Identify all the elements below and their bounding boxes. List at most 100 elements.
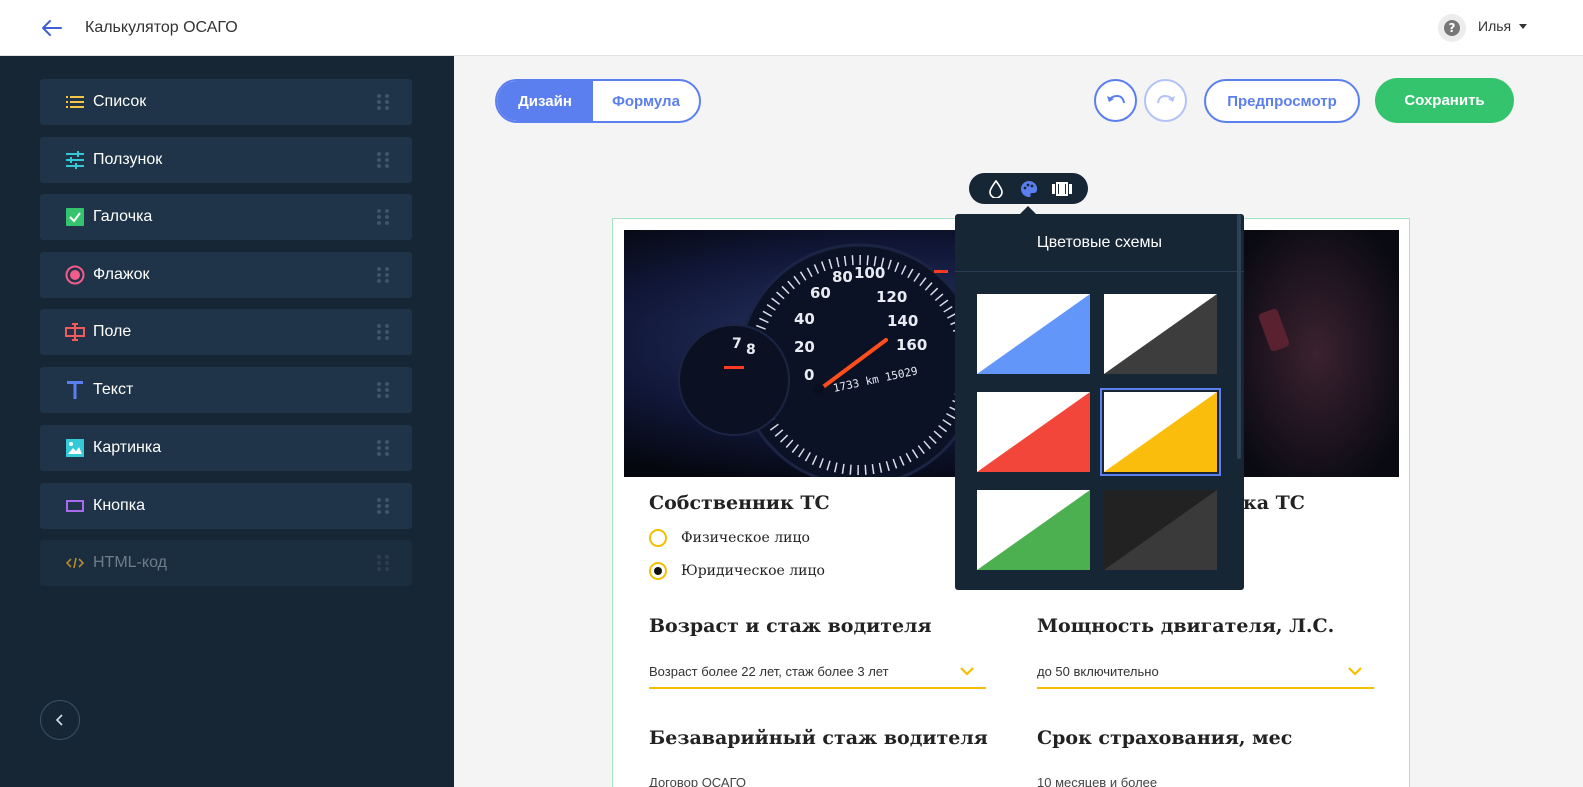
color-schemes-panel: Цветовые схемы	[955, 214, 1244, 590]
driver-title: Возраст и стаж водителя	[649, 615, 932, 637]
layout-icon[interactable]	[1051, 179, 1072, 199]
chevron-left-icon	[55, 714, 63, 726]
widget-label: Галочка	[93, 208, 153, 225]
back-arrow-icon[interactable]	[40, 17, 64, 39]
help-icon[interactable]: ?	[1438, 14, 1466, 42]
widget-image[interactable]: Картинка	[40, 425, 412, 471]
caret-down-icon	[1519, 23, 1528, 29]
help-symbol: ?	[1444, 20, 1460, 36]
widget-button[interactable]: Кнопка	[40, 483, 412, 529]
drag-handle-icon[interactable]	[377, 440, 389, 456]
driver-select[interactable]: Возраст более 22 лет, стаж более 3 лет	[649, 655, 986, 689]
widget-slider[interactable]: Ползунок	[40, 137, 412, 183]
radio-label: Физическое лицо	[681, 530, 810, 546]
color-scheme-black[interactable]	[1104, 490, 1217, 570]
collapse-sidebar-button[interactable]	[40, 700, 80, 740]
user-name: Илья	[1478, 18, 1512, 34]
select-value: до 50 включительно	[1037, 663, 1159, 679]
drop-icon[interactable]	[986, 179, 1006, 199]
radio-option-individual[interactable]: Физическое лицо	[649, 529, 810, 547]
widgets-sidebar: Список Ползунок Галочка Флажок Поле Текс	[0, 56, 454, 787]
color-scheme-red[interactable]	[977, 392, 1090, 472]
color-scheme-yellow-selected[interactable]	[1100, 388, 1221, 476]
term-value[interactable]: 10 месяцев и более	[1037, 775, 1157, 787]
dial-number: 140	[887, 312, 918, 330]
drag-handle-icon[interactable]	[377, 498, 389, 514]
dial-number: 120	[876, 288, 907, 306]
radio-label: Юридическое лицо	[681, 563, 825, 579]
user-menu[interactable]: Илья	[1478, 18, 1528, 34]
redo-icon	[1156, 94, 1175, 103]
top-bar: Калькулятор ОСАГО ? Илья	[0, 0, 1583, 56]
tab-formula[interactable]: Формула	[593, 81, 699, 121]
widget-label: Текст	[93, 381, 134, 398]
drag-handle-icon[interactable]	[377, 94, 389, 110]
drag-handle-icon[interactable]	[377, 152, 389, 168]
select-value: Возраст более 22 лет, стаж более 3 лет	[649, 663, 889, 679]
widget-label: Поле	[93, 323, 132, 340]
panel-scrollbar[interactable]	[1237, 214, 1241, 459]
radio-icon	[65, 265, 85, 285]
dial-number: 60	[810, 284, 831, 302]
drag-handle-icon[interactable]	[377, 555, 389, 571]
radio-option-legal-entity[interactable]: Юридическое лицо	[649, 562, 825, 580]
design-toolbar	[969, 173, 1088, 204]
widget-radio[interactable]: Флажок	[40, 252, 412, 298]
radio-button[interactable]	[649, 529, 667, 547]
widget-label: Картинка	[93, 439, 162, 456]
drag-handle-icon[interactable]	[377, 209, 389, 225]
radio-button-checked[interactable]	[649, 562, 667, 580]
color-scheme-blue[interactable]	[977, 294, 1090, 374]
widget-list[interactable]: Список	[40, 79, 412, 125]
dial-number: 20	[794, 338, 815, 356]
widget-html-code[interactable]: HTML-код	[40, 540, 412, 586]
page-title: Калькулятор ОСАГО	[85, 19, 238, 36]
color-scheme-green[interactable]	[977, 490, 1090, 570]
widget-label: Флажок	[93, 266, 150, 283]
panel-title: Цветовые схемы	[955, 214, 1244, 272]
widget-field[interactable]: Поле	[40, 309, 412, 355]
mode-toggle: Дизайн Формула	[495, 79, 701, 123]
widget-label: Ползунок	[93, 151, 163, 168]
widget-label: Список	[93, 93, 147, 110]
chevron-down-icon	[1348, 666, 1362, 676]
widget-checkbox[interactable]: Галочка	[40, 194, 412, 240]
power-title: Мощность двигателя, Л.С.	[1037, 615, 1335, 637]
code-icon	[65, 553, 85, 573]
input-field-icon	[65, 322, 85, 342]
text-icon	[65, 380, 85, 400]
widget-text[interactable]: Текст	[40, 367, 412, 413]
checkbox-icon	[65, 207, 85, 227]
button-icon	[65, 496, 85, 516]
tab-design[interactable]: Дизайн	[497, 81, 593, 121]
image-icon	[65, 438, 85, 458]
accident-free-title: Безаварийный стаж водителя	[649, 727, 988, 749]
undo-icon	[1106, 94, 1125, 103]
redo-button[interactable]	[1144, 79, 1187, 122]
preview-button[interactable]: Предпросмотр	[1204, 79, 1360, 123]
dial-number: 80	[832, 268, 853, 286]
widget-label: HTML-код	[93, 554, 167, 571]
palette-icon[interactable]	[1019, 179, 1039, 199]
sliders-icon	[65, 150, 85, 170]
undo-button[interactable]	[1094, 79, 1137, 122]
chevron-down-icon	[960, 666, 974, 676]
widget-label: Кнопка	[93, 497, 145, 514]
tacho-number: 8	[746, 342, 756, 358]
popover-arrow	[1020, 206, 1036, 214]
drag-handle-icon[interactable]	[377, 324, 389, 340]
accident-free-value[interactable]: Договор ОСАГО	[649, 775, 746, 787]
save-button[interactable]: Сохранить	[1375, 78, 1514, 123]
owner-title: Собственник ТС	[649, 492, 830, 514]
tacho-number: 7	[732, 336, 742, 352]
list-icon	[65, 92, 85, 112]
term-title: Срок страхования, мес	[1037, 727, 1293, 749]
dial-number: 0	[804, 366, 814, 384]
drag-handle-icon[interactable]	[377, 382, 389, 398]
drag-handle-icon[interactable]	[377, 267, 389, 283]
power-select[interactable]: до 50 включительно	[1037, 655, 1374, 689]
right-title-fragment: ка ТС	[1243, 492, 1305, 514]
dial-number: 40	[794, 310, 815, 328]
color-scheme-dark-grey[interactable]	[1104, 294, 1217, 374]
dial-number: 160	[896, 336, 927, 354]
